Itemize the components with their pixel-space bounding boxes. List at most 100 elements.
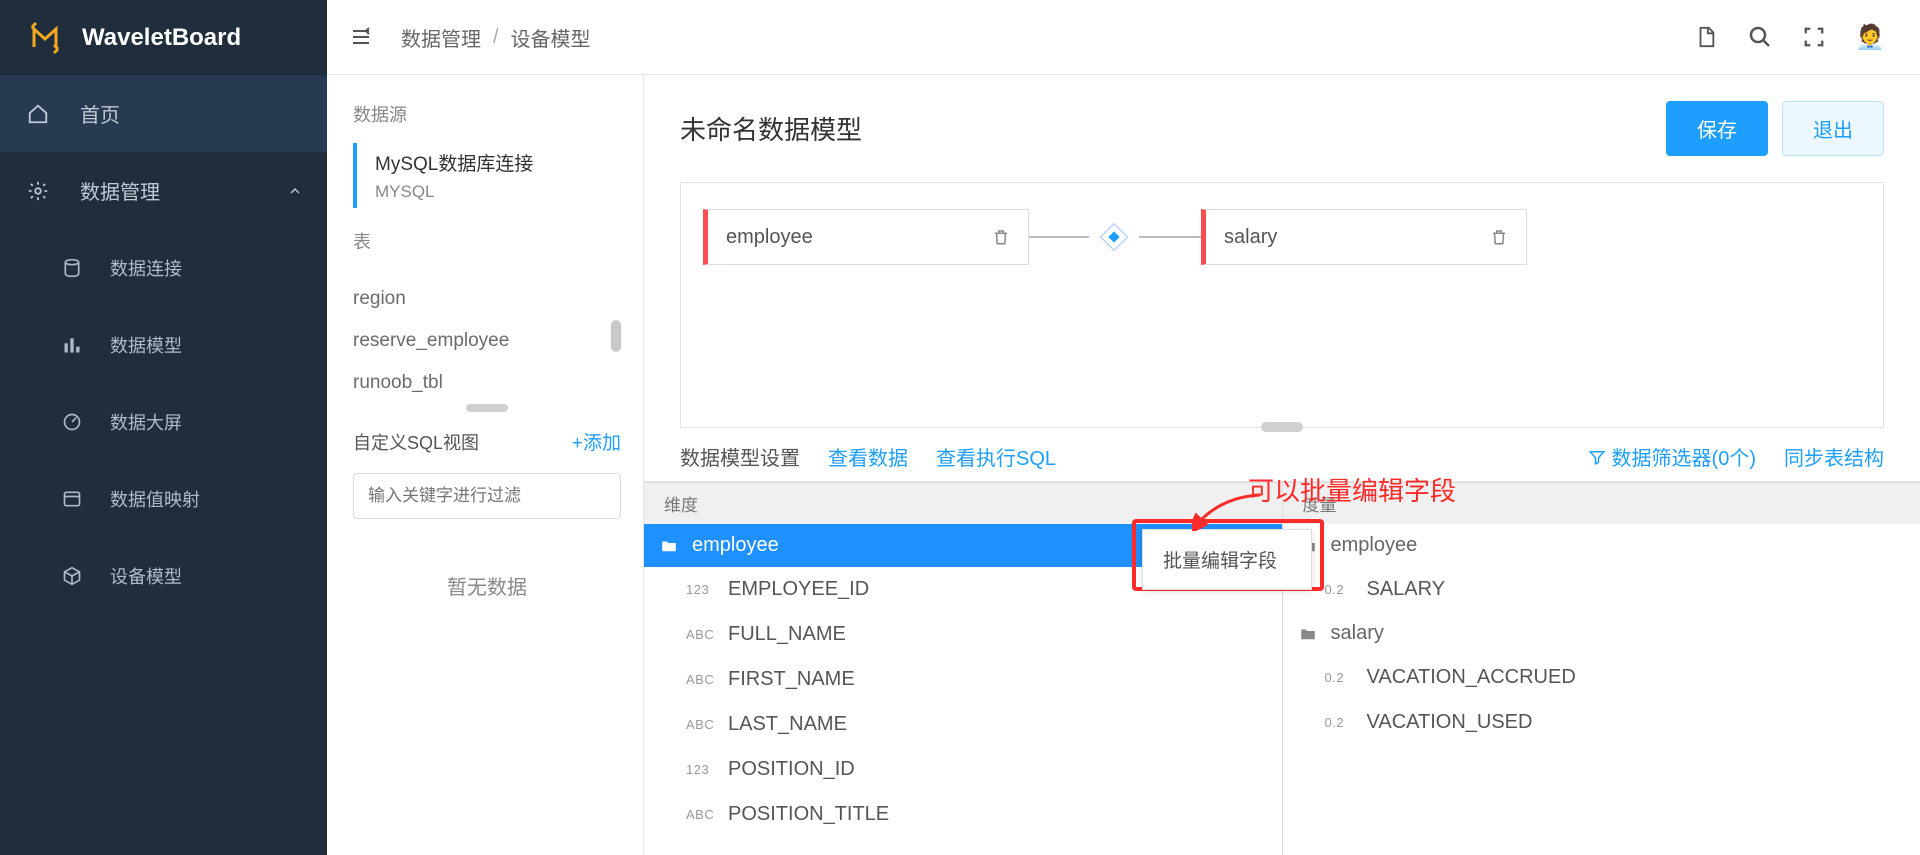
sidebar-sub-data-connection[interactable]: 数据连接 [0,229,327,306]
document-icon[interactable] [1692,23,1720,51]
field-row[interactable]: ABCLAST_NAME [644,702,1282,747]
model-title: 未命名数据模型 [680,110,862,147]
sidebar-item-home[interactable]: 首页 [0,75,327,152]
dimensions-header: 维度 [644,483,1282,524]
tab-view-data[interactable]: 查看数据 [828,442,908,471]
avatar[interactable]: 🧑‍💼 [1854,21,1886,53]
logo-icon [28,21,62,55]
dim-folder-label: employee [692,534,779,557]
field-row[interactable]: 0.2 VACATION_USED [1283,700,1920,745]
ds-table-item[interactable]: region [353,278,621,320]
home-icon [26,103,50,125]
join-node-label: employee [726,226,813,249]
field-row[interactable]: 123 POSITION_ID [644,747,1282,792]
sidebar-sub-label: 数据连接 [110,255,182,281]
field-name: EMPLOYEE_ID [728,578,869,601]
sidebar-sub-label: 数据大屏 [110,409,182,435]
field-name: LAST_NAME [728,713,847,736]
field-type: 0.2 [1325,715,1353,730]
breadcrumb-b: 设备模型 [511,23,591,52]
field-type: 123 [686,582,714,597]
sidebar-sub-value-mapping[interactable]: 数据值映射 [0,460,327,537]
field-name: FIRST_NAME [728,668,855,691]
field-row[interactable]: 0.2 VACATION_ACCRUED [1283,655,1920,700]
field-row[interactable]: ABC FULL_NAME [644,612,1282,657]
filter-input[interactable] [353,473,621,519]
ds-tables-title: 表 [353,228,621,254]
breadcrumb-sep: / [493,26,499,49]
sidebar-sub-device-model[interactable]: 设备模型 [0,537,327,614]
save-button[interactable]: 保存 [1666,101,1768,156]
sidebar-label-home: 首页 [80,99,120,128]
ds-title: 数据源 [353,101,621,127]
search-icon[interactable] [1746,23,1774,51]
exit-button[interactable]: 退出 [1782,101,1884,156]
add-sql-link[interactable]: +添加 [572,428,621,455]
trash-icon[interactable] [1490,228,1508,246]
sidebar-sub-data-model[interactable]: 数据模型 [0,306,327,383]
tab-model-settings[interactable]: 数据模型设置 [680,442,800,471]
sidebar-sub-label: 数据值映射 [110,486,200,512]
field-row[interactable]: ABC FIRST_NAME [644,657,1282,702]
join-diamond-icon[interactable] [1089,219,1139,255]
folder-open-icon [1299,625,1317,643]
field-type: 123 [686,762,714,777]
sidebar-sub-dashboard[interactable]: 数据大屏 [0,383,327,460]
ds-connection-name: MySQL数据库连接 [375,149,621,176]
ds-table-item[interactable]: runoob_tbl [353,362,621,398]
ds-connection[interactable]: MySQL数据库连接 MYSQL [353,143,621,208]
database-icon [60,258,84,278]
field-type: ABC [686,672,714,687]
field-name: SALARY [1367,578,1446,601]
resize-grip[interactable] [466,404,508,412]
data-filter-label: 数据筛选器(0个) [1612,442,1756,471]
field-type: 0.2 [1325,670,1353,685]
field-type: ABC [686,627,714,642]
ds-table-item[interactable]: reserve_employee [353,320,621,362]
dashboard-icon [60,412,84,432]
field-name: POSITION_TITLE [728,803,889,826]
chart-icon [60,335,84,355]
measures-header: 度量 [1283,483,1920,524]
field-name: VACATION_ACCRUED [1367,666,1576,689]
gear-icon [26,180,50,202]
data-filter-link[interactable]: 数据筛选器(0个) [1588,442,1756,471]
ds-connection-type: MYSQL [375,182,621,202]
join-node-salary[interactable]: salary [1201,209,1527,265]
mea-folder-salary[interactable]: salary [1283,612,1920,655]
chevron-up-icon [287,183,303,199]
fullscreen-icon[interactable] [1800,23,1828,51]
context-menu-batch-edit[interactable]: 批量编辑字段 [1142,529,1312,590]
sync-structure-link[interactable]: 同步表结构 [1784,442,1884,471]
field-name: FULL_NAME [728,623,846,646]
breadcrumb: 数据管理 / 设备模型 [401,23,591,52]
field-row[interactable]: 0.2 SALARY [1283,567,1920,612]
tab-view-sql[interactable]: 查看执行SQL [936,442,1056,471]
field-name: POSITION_ID [728,758,855,781]
sidebar-sub-label: 设备模型 [110,563,182,589]
mea-folder-employee[interactable]: employee [1283,524,1920,567]
sidebar-item-data-mgmt[interactable]: 数据管理 [0,152,327,229]
trash-icon[interactable] [992,228,1010,246]
sidebar-label-data-mgmt: 数据管理 [80,176,160,205]
resize-grip[interactable] [1261,422,1303,432]
join-node-employee[interactable]: employee [703,209,1029,265]
field-name: VACATION_USED [1367,711,1533,734]
breadcrumb-a[interactable]: 数据管理 [401,23,481,52]
mea-folder-label: salary [1331,622,1384,645]
join-node-label: salary [1224,226,1277,249]
brand-logo[interactable]: WaveletBoard [0,0,327,75]
ds-empty: 暂无数据 [353,571,621,600]
field-row[interactable]: ABC POSITION_TITLE [644,792,1282,837]
mea-folder-label: employee [1331,534,1418,557]
menu-toggle-icon[interactable] [347,23,375,51]
filter-icon [1588,448,1606,466]
join-canvas[interactable]: employee salary [680,182,1884,428]
folder-open-icon [660,537,678,555]
scrollbar-thumb[interactable] [611,320,621,352]
field-type: ABC [686,807,714,822]
sidebar-sub-label: 数据模型 [110,332,182,358]
field-type: 0.2 [1325,582,1353,597]
mapping-icon [60,489,84,509]
ds-table-list: region reserve_employee runoob_tbl [353,278,621,398]
